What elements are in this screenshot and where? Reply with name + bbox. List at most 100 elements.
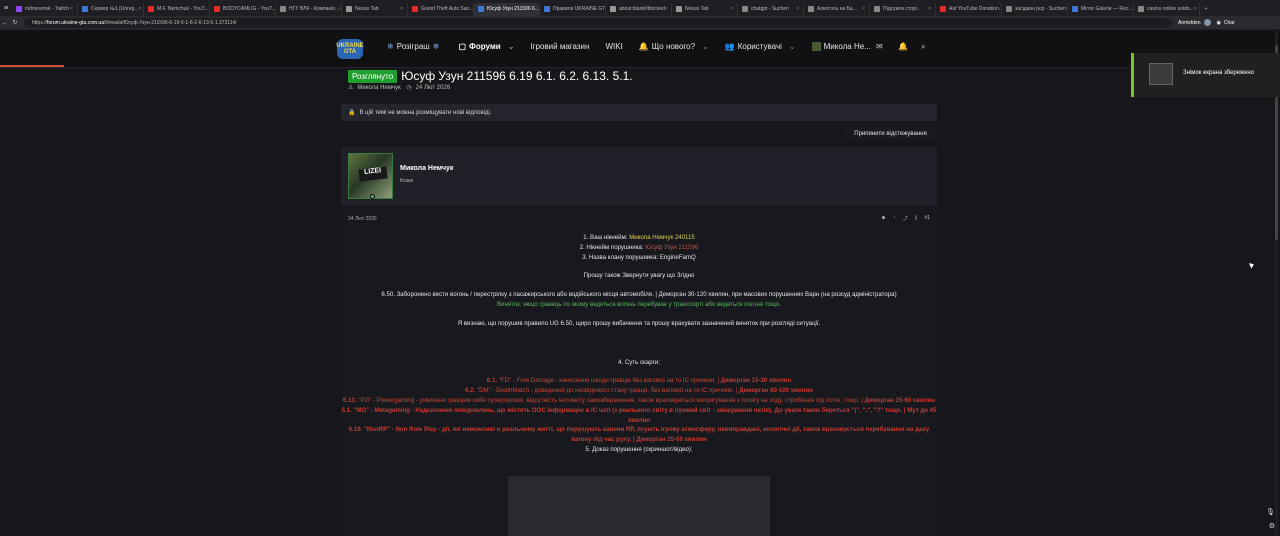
profile-button[interactable]: Anmelden bbox=[1178, 19, 1211, 26]
evidence-video[interactable] bbox=[508, 476, 770, 536]
tab-favicon-icon bbox=[82, 6, 88, 12]
tab-favicon-icon bbox=[1006, 6, 1012, 12]
nav-shop[interactable]: Ігровий магазин bbox=[530, 42, 589, 51]
browser-tab[interactable]: Підсумок сторі... × bbox=[870, 2, 936, 16]
violation-code: 6.1. bbox=[486, 377, 498, 385]
screenshot-toast[interactable]: Знімок екрана збережено bbox=[1131, 53, 1280, 97]
violation-text: "DM" - DeathMatch - доведення до несвідо… bbox=[476, 387, 738, 395]
tab-label: chatgpt - Suchen bbox=[751, 6, 789, 12]
nav-shop-label: Ігровий магазин bbox=[530, 42, 590, 51]
nav-whats-new[interactable]: 🔔 Що нового? ⌄ bbox=[639, 42, 709, 51]
browser-tab[interactable]: засіданн рєр - Suchen× bbox=[1002, 2, 1068, 16]
browser-tab[interactable]: Алкоголь на Ба... × bbox=[804, 2, 870, 16]
violation-punishment: Деморган 15-60 хвилин bbox=[636, 436, 707, 444]
locked-notice: 🔒 В цій темі не можна розміщувати нові ві… bbox=[341, 104, 937, 121]
url-field[interactable]: https://forum.ukraine-gta.com.ua/threads… bbox=[24, 17, 1172, 28]
mouse-cursor-icon bbox=[1248, 261, 1256, 269]
menu-icon[interactable]: ≡ bbox=[0, 5, 12, 12]
browser-tab[interactable]: Nexus Tab × bbox=[342, 2, 408, 16]
tab-label: Правила UKRAINE GT... bbox=[553, 6, 606, 12]
post-date[interactable]: 24 Лют 2026 bbox=[348, 216, 377, 222]
browser-tab[interactable]: chatgpt - Suchen × bbox=[738, 2, 804, 16]
violation-code: 6.13. bbox=[343, 396, 357, 404]
nav-account-label: Микола Не... bbox=[823, 42, 871, 51]
browser-tab[interactable]: Юсуф Узун 211596 6...× bbox=[474, 2, 540, 16]
nav-wiki[interactable]: WIKI bbox=[605, 42, 622, 51]
profile-name: Anmelden bbox=[1178, 19, 1201, 26]
browser-tab[interactable]: Auf YouTube Donation...× bbox=[936, 2, 1002, 16]
nav-giveaway[interactable]: ❄ Розіграш ❄ bbox=[387, 42, 442, 51]
tab-label: mdmevmvk - Twitch bbox=[25, 6, 70, 12]
url-prefix: https:// bbox=[32, 19, 48, 26]
browser-tab[interactable]: casino online soldo... × bbox=[1134, 2, 1200, 16]
tab-close-icon[interactable]: × bbox=[665, 6, 668, 12]
unwatch-button[interactable]: Припинити відстежування bbox=[845, 127, 936, 140]
bookmark-icon[interactable]: ▯ bbox=[915, 215, 918, 222]
browser-tab[interactable]: Правила UKRAINE GT...× bbox=[540, 2, 606, 16]
author-avatar[interactable]: LIZEI bbox=[348, 153, 393, 199]
admission-text: Я визнаю, що порушив правило UG 6.50, щи… bbox=[457, 319, 821, 327]
tab-close-icon[interactable]: × bbox=[862, 6, 865, 12]
post-author-card: LIZEI Микола Немчук Козак bbox=[341, 147, 937, 205]
tab-close-icon[interactable]: × bbox=[730, 6, 733, 12]
tab-close-icon[interactable]: × bbox=[796, 6, 799, 12]
url-host: forum.ukraine-gta.com.ua bbox=[47, 19, 104, 26]
tab-close-icon[interactable]: × bbox=[928, 6, 931, 12]
browser-tab[interactable]: M.F. Nemchuk - YouT...× bbox=[144, 2, 210, 16]
violation-item: 6.13. "PG" - Powergaming - уявлення грав… bbox=[341, 396, 937, 406]
users-icon: 👥 bbox=[724, 42, 735, 51]
tab-favicon-icon bbox=[346, 6, 352, 12]
share-icon[interactable]: ⤴ bbox=[903, 215, 908, 222]
post-author[interactable]: Микола Немчук bbox=[400, 165, 453, 172]
browser-tab[interactable]: BODYCAMLIG - YouT...× bbox=[210, 2, 276, 16]
browser-tab[interactable]: Nexus Tab × bbox=[672, 2, 738, 16]
chat-button[interactable]: ◉ Chat bbox=[1217, 20, 1235, 26]
tab-label: BODYCAMLIG - YouT... bbox=[223, 6, 276, 12]
nav-forums[interactable]: ▢ Форуми ⌄ bbox=[458, 42, 514, 51]
chevron-down-icon: ⌄ bbox=[702, 42, 709, 51]
back-icon[interactable]: ← bbox=[0, 20, 10, 26]
post-content: 1. Ваш нікнейм: Микола Немчук 240115 2. … bbox=[341, 233, 937, 455]
tab-label: about:blank#blocked bbox=[619, 6, 665, 12]
post-actions: ☻ ↑ ⤴ ▯ #1 bbox=[881, 215, 930, 222]
mail-icon[interactable]: ✉ bbox=[876, 42, 883, 51]
nav-account[interactable]: Микола Не... bbox=[811, 42, 871, 51]
clock-icon: ◷ bbox=[406, 85, 412, 91]
new-tab-button[interactable]: + bbox=[1200, 3, 1212, 16]
post-number[interactable]: #1 bbox=[924, 215, 930, 222]
microphone-icon[interactable]: 🎙 bbox=[1266, 508, 1275, 516]
react-icon[interactable]: ☻ bbox=[881, 215, 886, 222]
tab-close-icon[interactable]: × bbox=[400, 6, 403, 12]
search-icon[interactable]: ⌕ bbox=[921, 42, 925, 52]
browser-tab[interactable]: Сервер №1 [Unreg... × bbox=[78, 2, 144, 16]
site-logo[interactable]: UKRAINE GTA bbox=[336, 39, 364, 59]
alert-icon: 🔔 bbox=[638, 42, 649, 51]
tab-close-icon[interactable]: × bbox=[1194, 6, 1197, 12]
browser-tab[interactable]: Mirror Galerie — Rec...× bbox=[1068, 2, 1134, 16]
browser-tab[interactable]: mdmevmvk - Twitch × bbox=[12, 2, 78, 16]
thread-author[interactable]: Микола Немчук bbox=[357, 85, 400, 91]
tab-close-icon[interactable]: × bbox=[138, 6, 141, 12]
reload-icon[interactable]: ↻ bbox=[10, 19, 20, 26]
tab-label: Алкоголь на Ба... bbox=[817, 6, 857, 12]
nav-users[interactable]: 👥 Користувачі ⌄ bbox=[725, 42, 796, 51]
settings-icon[interactable]: ⚙ bbox=[1269, 522, 1275, 530]
post: LIZEI Микола Немчук Козак 24 Лют 2026 ☻ … bbox=[341, 147, 937, 536]
bell-icon[interactable]: 🔔 bbox=[898, 42, 908, 51]
browser-tab[interactable]: Grand Theft Auto San...× bbox=[408, 2, 474, 16]
status-badge: Розглянуто bbox=[348, 69, 398, 83]
browser-tab[interactable]: НГУ ВЛК - Компаніо... × bbox=[276, 2, 342, 16]
violation-code: 6.19. bbox=[348, 426, 363, 434]
tab-label: casino online soldo... bbox=[1147, 6, 1194, 12]
tab-label: Grand Theft Auto San... bbox=[421, 6, 474, 12]
upvote-icon[interactable]: ↑ bbox=[893, 215, 896, 222]
violation-punishment: Деморган 15-60 хвилин bbox=[864, 396, 935, 404]
exception-note: Виняток: якщо гравець по якому ведеться … bbox=[497, 300, 781, 308]
browser-tab[interactable]: about:blank#blocked × bbox=[606, 2, 672, 16]
thread-date: 24 Лют 2026 bbox=[415, 85, 451, 91]
violation-text: "PG" - Powergaming - уявлення гравцем се… bbox=[358, 396, 863, 404]
tab-close-icon[interactable]: × bbox=[70, 6, 73, 12]
